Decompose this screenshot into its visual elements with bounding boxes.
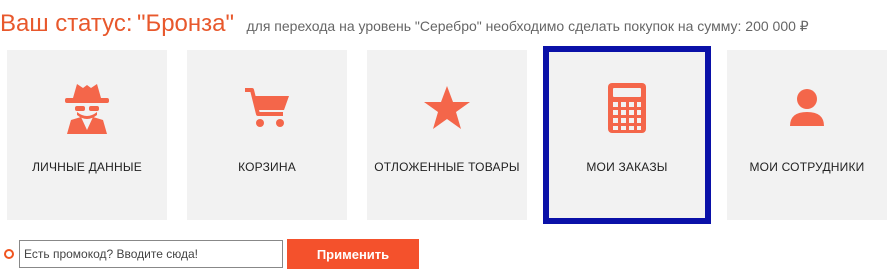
card-title: МОИ ЗАКАЗЫ — [586, 160, 668, 174]
card-my-employees[interactable]: МОИ СОТРУДНИКИ — [727, 50, 887, 220]
calculator-icon — [599, 80, 655, 136]
card-title: ОТЛОЖЕННЫЕ ТОВАРЫ — [374, 160, 520, 174]
star-icon — [419, 80, 475, 136]
status-level: "Бронза" — [136, 10, 235, 37]
card-cart[interactable]: КОРЗИНА — [187, 50, 347, 220]
card-my-orders[interactable]: МОИ ЗАКАЗЫ — [543, 46, 711, 224]
radio-dot-icon — [4, 249, 14, 259]
card-title: ЛИЧНЫЕ ДАННЫЕ — [32, 160, 142, 174]
status-label: Ваш статус: — [0, 10, 133, 37]
card-personal-data[interactable]: ЛИЧНЫЕ ДАННЫЕ — [7, 50, 167, 220]
cart-icon — [239, 80, 295, 136]
apply-button[interactable]: Применить — [287, 239, 419, 269]
card-title: КОРЗИНА — [238, 160, 296, 174]
user-icon — [779, 80, 835, 136]
spy-icon — [59, 80, 115, 136]
promo-code-input[interactable] — [19, 240, 283, 268]
card-title: МОИ СОТРУДНИКИ — [749, 160, 865, 174]
status-line: Ваш статус: "Бронза" для перехода на уро… — [0, 10, 809, 38]
promo-form: Применить — [4, 239, 419, 269]
card-saved-items[interactable]: ОТЛОЖЕННЫЕ ТОВАРЫ — [367, 50, 527, 220]
status-note: для перехода на уровень "Серебро" необхо… — [246, 18, 809, 34]
